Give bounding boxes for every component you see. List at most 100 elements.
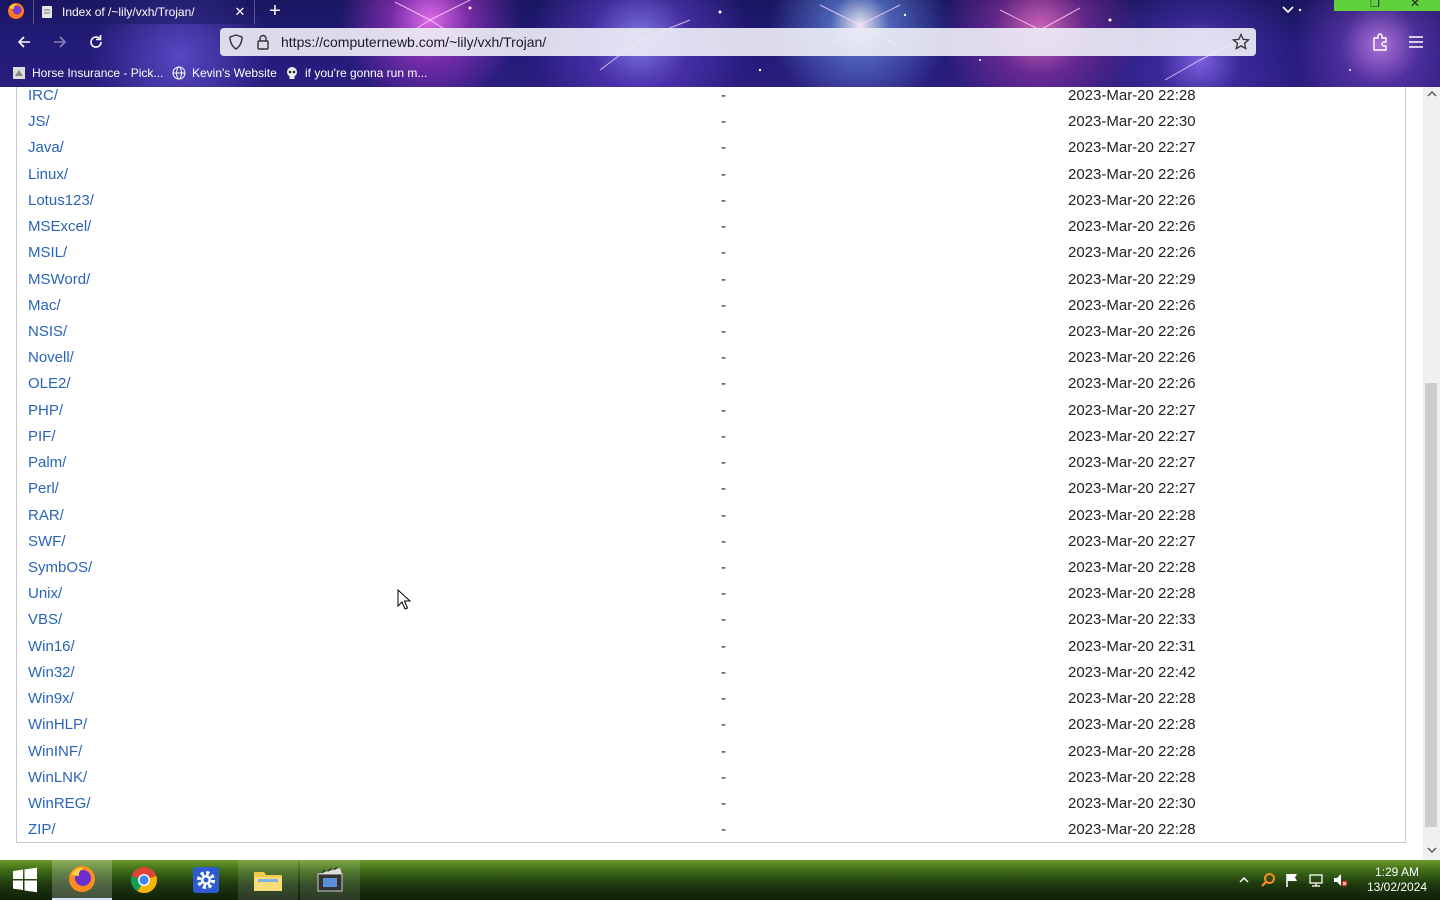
table-row: WinINF/ - 2023-Mar-20 22:28 [17, 743, 1407, 765]
directory-link[interactable]: NSIS/ [28, 323, 67, 340]
url-text[interactable]: https://computernewb.com/~lily/vxh/Troja… [281, 34, 546, 50]
scrollbar-thumb[interactable] [1425, 383, 1437, 827]
show-hidden-icons-chevron-icon[interactable] [1236, 872, 1252, 888]
file-explorer-taskbar-button[interactable] [238, 860, 298, 900]
start-button[interactable] [0, 860, 50, 900]
modified-date-cell: 2023-Mar-20 22:31 [1068, 637, 1196, 655]
forward-button[interactable] [48, 30, 72, 54]
bookmark-kevins-website[interactable]: Kevin's Website [172, 64, 277, 82]
directory-link[interactable]: MSWord/ [28, 271, 90, 288]
size-cell: - [721, 532, 726, 550]
modified-date-cell: 2023-Mar-20 22:28 [1068, 690, 1196, 708]
modified-date-cell: 2023-Mar-20 22:42 [1068, 663, 1196, 681]
modified-date-cell: 2023-Mar-20 22:30 [1068, 794, 1196, 812]
size-cell: - [721, 637, 726, 655]
tracking-protection-shield-icon[interactable] [228, 34, 244, 50]
bookmark-if-youre-gonna-run[interactable]: if you're gonna run m... [285, 64, 427, 82]
window-controls [1334, 0, 1440, 11]
directory-link[interactable]: Win9x/ [28, 690, 74, 707]
scroll-down-arrow-icon[interactable] [1427, 845, 1437, 855]
modified-date-cell: 2023-Mar-20 22:27 [1068, 401, 1196, 419]
scroll-up-arrow-icon[interactable] [1427, 89, 1437, 99]
table-row: RAR/ - 2023-Mar-20 22:28 [17, 507, 1407, 529]
modified-date-cell: 2023-Mar-20 22:28 [1068, 585, 1196, 603]
table-row: Novell/ - 2023-Mar-20 22:26 [17, 349, 1407, 371]
directory-link[interactable]: IRC/ [28, 87, 58, 104]
size-cell: - [721, 742, 726, 760]
directory-link[interactable]: OLE2/ [28, 375, 71, 392]
directory-link[interactable]: Win16/ [28, 638, 75, 655]
size-cell: - [721, 401, 726, 419]
firefox-taskbar-button[interactable] [52, 860, 112, 900]
search-magnifier-icon[interactable] [1260, 872, 1276, 888]
vertical-scrollbar[interactable] [1423, 87, 1440, 860]
directory-link[interactable]: PIF/ [28, 428, 56, 445]
directory-link[interactable]: Unix/ [28, 585, 62, 602]
list-all-tabs-chevron-icon[interactable] [1280, 2, 1296, 18]
taskbar-clock[interactable]: 1:29 AM 13/02/2024 [1360, 865, 1434, 895]
table-row: SymbOS/ - 2023-Mar-20 22:28 [17, 559, 1407, 581]
size-cell: - [721, 506, 726, 524]
table-row: Win9x/ - 2023-Mar-20 22:28 [17, 690, 1407, 712]
back-button[interactable] [12, 30, 36, 54]
reload-button[interactable] [84, 30, 108, 54]
directory-link[interactable]: SymbOS/ [28, 559, 92, 576]
modified-date-cell: 2023-Mar-20 22:27 [1068, 427, 1196, 445]
bookmark-star-icon[interactable] [1232, 33, 1250, 51]
modified-date-cell: 2023-Mar-20 22:26 [1068, 191, 1196, 209]
directory-link[interactable]: Palm/ [28, 454, 66, 471]
size-cell: - [721, 87, 726, 104]
tab-close-icon[interactable]: ✕ [232, 4, 248, 20]
forward-arrow-icon [54, 36, 67, 48]
directory-link[interactable]: RAR/ [28, 507, 64, 524]
table-row: WinHLP/ - 2023-Mar-20 22:28 [17, 716, 1407, 738]
back-arrow-icon [17, 36, 30, 48]
modified-date-cell: 2023-Mar-20 22:26 [1068, 165, 1196, 183]
movie-maker-taskbar-button[interactable] [300, 860, 360, 900]
hamburger-menu-icon[interactable] [1406, 32, 1426, 52]
directory-link[interactable]: Novell/ [28, 349, 74, 366]
directory-listing-table: IRC/ - 2023-Mar-20 22:28 JS/ - 2023-Mar-20 22… [16, 87, 1406, 843]
directory-link[interactable]: Perl/ [28, 480, 59, 497]
size-cell: - [721, 585, 726, 603]
new-tab-button[interactable]: + [266, 1, 284, 21]
modified-date-cell: 2023-Mar-20 22:27 [1068, 139, 1196, 157]
directory-link[interactable]: Lotus123/ [28, 192, 94, 209]
directory-link[interactable]: WinINF/ [28, 743, 82, 760]
action-center-flag-icon[interactable] [1284, 872, 1300, 888]
directory-link[interactable]: SWF/ [28, 533, 66, 550]
table-row: IRC/ - 2023-Mar-20 22:28 [17, 87, 1407, 109]
clock-time: 1:29 AM [1374, 865, 1420, 879]
size-cell: - [721, 690, 726, 708]
directory-link[interactable]: Java/ [28, 139, 64, 156]
chrome-taskbar-button[interactable] [114, 860, 174, 900]
secure-lock-icon[interactable] [256, 34, 270, 50]
tab-current[interactable]: Index of /~lily/vxh/Trojan/ ✕ [33, 0, 255, 24]
address-bar[interactable]: https://computernewb.com/~lily/vxh/Troja… [220, 28, 1256, 56]
directory-link[interactable]: MSIL/ [28, 244, 67, 261]
directory-link[interactable]: WinHLP/ [28, 716, 87, 733]
bookmark-horse-insurance[interactable]: Horse Insurance - Pick... [12, 64, 163, 82]
directory-link[interactable]: Win32/ [28, 664, 75, 681]
directory-link[interactable]: JS/ [28, 113, 50, 130]
directory-link[interactable]: WinLNK/ [28, 769, 87, 786]
directory-link[interactable]: MSExcel/ [28, 218, 91, 235]
modified-date-cell: 2023-Mar-20 22:26 [1068, 375, 1196, 393]
close-window-icon[interactable]: ✕ [1410, 0, 1420, 10]
size-cell: - [721, 113, 726, 131]
modified-date-cell: 2023-Mar-20 22:27 [1068, 454, 1196, 472]
network-icon[interactable] [1308, 872, 1324, 888]
table-row: MSWord/ - 2023-Mar-20 22:29 [17, 271, 1407, 293]
clock-date: 13/02/2024 [1366, 880, 1428, 894]
volume-muted-icon[interactable] [1332, 872, 1348, 888]
settings-taskbar-button[interactable] [176, 860, 236, 900]
table-row: Win32/ - 2023-Mar-20 22:42 [17, 664, 1407, 686]
directory-link[interactable]: Linux/ [28, 166, 68, 183]
directory-link[interactable]: VBS/ [28, 611, 62, 628]
directory-link[interactable]: PHP/ [28, 402, 63, 419]
restore-window-icon[interactable]: ❐ [1370, 0, 1380, 10]
directory-link[interactable]: ZIP/ [28, 821, 56, 838]
extensions-puzzle-icon[interactable] [1370, 32, 1390, 52]
directory-link[interactable]: Mac/ [28, 297, 61, 314]
directory-link[interactable]: WinREG/ [28, 795, 91, 812]
